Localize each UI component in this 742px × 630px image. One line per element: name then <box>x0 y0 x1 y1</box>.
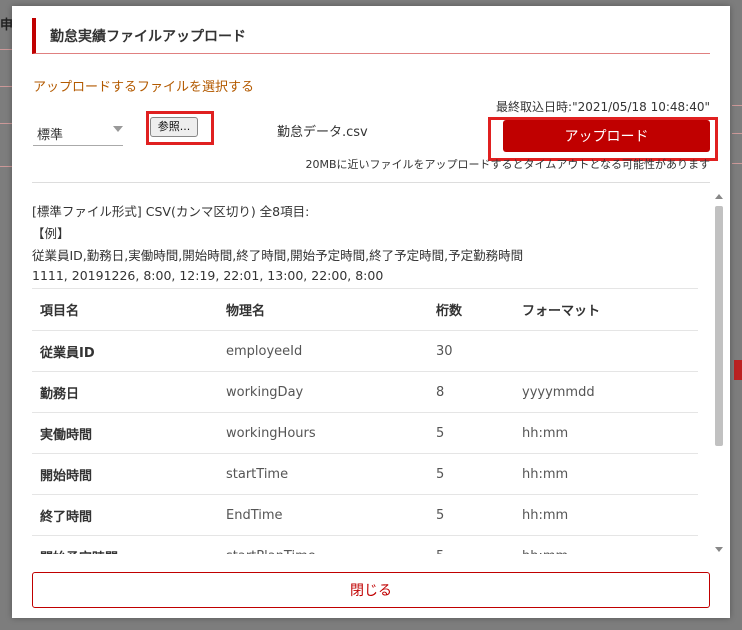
format-summary: [標準ファイル形式] CSV(カンマ区切り) 全8項目: <box>32 204 310 219</box>
background-divider <box>732 105 742 106</box>
digits-cell: 5 <box>428 494 514 536</box>
background-divider <box>732 133 742 134</box>
browse-button[interactable]: 参照... <box>150 117 198 137</box>
vertical-scrollbar[interactable] <box>714 192 724 554</box>
digits-cell: 30 <box>428 330 514 372</box>
file-format-select[interactable]: 標準 <box>33 120 123 146</box>
file-format-value: 標準 <box>37 128 64 143</box>
item-name-cell: 勤務日 <box>32 371 218 413</box>
upload-size-note: 20MBに近いファイルをアップロードするとタイムアウトとなる可能性があります <box>305 158 710 171</box>
item-name-cell: 開始時間 <box>32 453 218 495</box>
example-heading: 【例】 <box>32 226 70 241</box>
digits-cell: 5 <box>428 535 514 554</box>
physical-name-cell: workingDay <box>218 371 428 413</box>
selected-file-name: 勤怠データ.csv <box>277 125 368 140</box>
background-red-bar <box>734 360 742 380</box>
column-header: 桁数 <box>428 288 514 331</box>
format-cell <box>514 330 698 372</box>
background-divider <box>732 163 742 164</box>
physical-name-cell: startTime <box>218 453 428 495</box>
column-header: フォーマット <box>514 288 698 331</box>
table-header-row: 項目名 物理名 桁数 フォーマット <box>32 288 698 331</box>
table-row: 実働時間 workingHours 5 hh:mm <box>32 412 698 454</box>
item-name-cell: 開始予定時間 <box>32 535 218 554</box>
scrollbar-thumb[interactable] <box>715 206 723 446</box>
physical-name-cell: EndTime <box>218 494 428 536</box>
select-file-heading: アップロードするファイルを選択する <box>33 80 255 95</box>
physical-name-cell: startPlanTime <box>218 535 428 554</box>
format-cell: hh:mm <box>514 412 698 454</box>
physical-name-cell: workingHours <box>218 412 428 454</box>
item-name-cell: 終了時間 <box>32 494 218 536</box>
format-cell: yyyymmdd <box>514 371 698 413</box>
upload-modal: 勤怠実績ファイルアップロード アップロードするファイルを選択する 最終取込日時:… <box>12 6 730 618</box>
column-header: 物理名 <box>218 288 428 331</box>
close-button[interactable]: 閉じる <box>32 572 710 608</box>
table-row: 勤務日 workingDay 8 yyyymmdd <box>32 371 698 413</box>
background-divider <box>0 166 12 167</box>
item-name-cell: 従業員ID <box>32 330 218 372</box>
physical-name-cell: employeeId <box>218 330 428 372</box>
digits-cell: 5 <box>428 412 514 454</box>
table-row: 開始時間 startTime 5 hh:mm <box>32 453 698 495</box>
table-row: 従業員ID employeeId 30 <box>32 330 698 372</box>
upload-button[interactable]: アップロード <box>503 120 710 152</box>
format-cell: hh:mm <box>514 494 698 536</box>
digits-cell: 8 <box>428 371 514 413</box>
last-import-datetime: 最終取込日時:"2021/05/18 10:48:40" <box>496 100 710 114</box>
modal-title: 勤怠実績ファイルアップロード <box>50 29 246 45</box>
table-row: 開始予定時間 startPlanTime 5 hh:mm <box>32 535 698 554</box>
modal-header: 勤怠実績ファイルアップロード <box>32 18 710 54</box>
column-header: 項目名 <box>32 288 218 331</box>
divider <box>32 182 710 183</box>
table-row: 終了時間 EndTime 5 hh:mm <box>32 494 698 536</box>
format-cell: hh:mm <box>514 535 698 554</box>
background-divider <box>0 49 12 50</box>
chevron-down-icon <box>113 126 123 132</box>
format-cell: hh:mm <box>514 453 698 495</box>
example-data-line: 1111, 20191226, 8:00, 12:19, 22:01, 13:0… <box>32 268 384 283</box>
background-divider <box>0 86 12 87</box>
digits-cell: 5 <box>428 453 514 495</box>
background-divider <box>0 123 12 124</box>
field-spec-table: 項目名 物理名 桁数 フォーマット 従業員ID employeeId 30 勤務… <box>32 288 698 554</box>
item-name-cell: 実働時間 <box>32 412 218 454</box>
scroll-down-icon[interactable] <box>715 547 723 552</box>
example-header-line: 従業員ID,勤務日,実働時間,開始時間,終了時間,開始予定時間,終了予定時間,予… <box>32 248 524 263</box>
format-description-scroll-area[interactable]: [標準ファイル形式] CSV(カンマ区切り) 全8項目: 【例】 従業員ID,勤… <box>32 188 724 554</box>
scroll-up-icon[interactable] <box>715 194 723 199</box>
